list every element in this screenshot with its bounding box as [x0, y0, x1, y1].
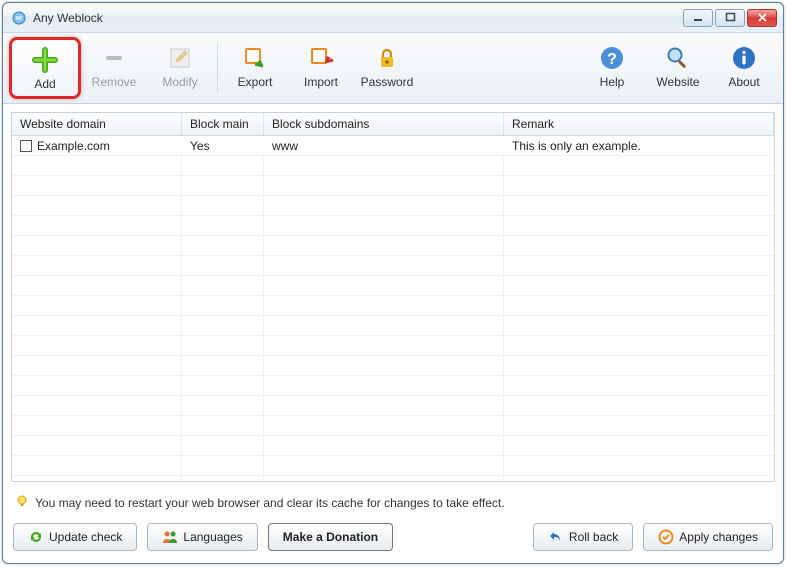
website-label: Website [656, 75, 699, 89]
update-check-label: Update check [49, 530, 122, 544]
minimize-button[interactable] [683, 9, 713, 27]
titlebar[interactable]: Any Weblock [3, 3, 783, 33]
modify-label: Modify [162, 75, 197, 89]
import-button[interactable]: Import [288, 37, 354, 95]
rollback-button[interactable]: Roll back [533, 523, 633, 551]
cell-block-main: Yes [182, 137, 264, 155]
lock-icon [373, 44, 401, 72]
hint-text: You may need to restart your web browser… [35, 496, 505, 510]
help-icon: ? [598, 44, 626, 72]
donate-label: Make a Donation [283, 530, 378, 544]
website-button[interactable]: Website [645, 37, 711, 95]
toolbar: Add Remove Modify Export Import [3, 33, 783, 104]
search-icon [664, 44, 692, 72]
refresh-icon [28, 529, 44, 545]
export-label: Export [238, 75, 273, 89]
people-icon [162, 529, 178, 545]
import-icon [307, 44, 335, 72]
add-button[interactable]: Add [9, 37, 81, 99]
cell-domain: Example.com [37, 139, 110, 153]
info-icon [730, 44, 758, 72]
password-label: Password [361, 75, 414, 89]
row-checkbox[interactable] [20, 140, 32, 152]
cell-block-sub: www [264, 137, 504, 155]
hint-bar: You may need to restart your web browser… [3, 488, 783, 517]
lightbulb-icon [15, 494, 29, 511]
undo-icon [548, 529, 564, 545]
remove-label: Remove [92, 75, 137, 89]
rollback-label: Roll back [569, 530, 618, 544]
minus-icon [100, 44, 128, 72]
languages-button[interactable]: Languages [147, 523, 257, 551]
donate-button[interactable]: Make a Donation [268, 523, 393, 551]
export-icon [241, 44, 269, 72]
table-row[interactable]: Example.com Yes www This is only an exam… [12, 136, 774, 156]
remove-button[interactable]: Remove [81, 37, 147, 95]
window-title: Any Weblock [33, 11, 681, 25]
app-icon [11, 10, 27, 26]
modify-button[interactable]: Modify [147, 37, 213, 95]
import-label: Import [304, 75, 338, 89]
col-header-domain[interactable]: Website domain [12, 113, 182, 135]
about-button[interactable]: About [711, 37, 777, 95]
add-label: Add [34, 77, 55, 91]
password-button[interactable]: Password [354, 37, 420, 95]
apply-changes-button[interactable]: Apply changes [643, 523, 773, 551]
about-label: About [728, 75, 759, 89]
apply-changes-label: Apply changes [679, 530, 758, 544]
cell-remark: This is only an example. [504, 137, 774, 155]
apply-icon [658, 529, 674, 545]
svg-text:?: ? [607, 51, 617, 68]
app-window: Any Weblock Add Remove Modify [2, 2, 784, 564]
grid-lines [12, 156, 774, 481]
help-label: Help [600, 75, 625, 89]
grid-header: Website domain Block main Block subdomai… [12, 113, 774, 136]
col-header-block-sub[interactable]: Block subdomains [264, 113, 504, 135]
toolbar-separator [217, 43, 218, 93]
export-button[interactable]: Export [222, 37, 288, 95]
languages-label: Languages [183, 530, 242, 544]
col-header-block-main[interactable]: Block main [182, 113, 264, 135]
col-header-remark[interactable]: Remark [504, 113, 774, 135]
bottom-bar: Update check Languages Make a Donation R… [3, 517, 783, 563]
help-button[interactable]: ? Help [579, 37, 645, 95]
update-check-button[interactable]: Update check [13, 523, 137, 551]
close-button[interactable] [747, 9, 777, 27]
pencil-icon [166, 44, 194, 72]
maximize-button[interactable] [715, 9, 745, 27]
grid-body[interactable]: Example.com Yes www This is only an exam… [12, 136, 774, 481]
plus-icon [31, 46, 59, 74]
content-grid: Website domain Block main Block subdomai… [11, 112, 775, 482]
